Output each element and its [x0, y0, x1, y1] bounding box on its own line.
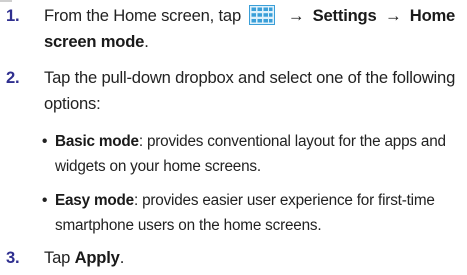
arrow-icon: →	[287, 6, 305, 25]
step-3: 3. Tap Apply.	[6, 245, 464, 271]
step-2: 2. Tap the pull-down dropbox and select …	[6, 65, 464, 117]
arrow-icon: →	[384, 6, 402, 25]
step-1-prefix: From the Home screen, tap	[44, 6, 241, 25]
step-3-text: Tap Apply.	[44, 245, 464, 271]
apps-grid-icon	[249, 5, 276, 25]
step-number: 2.	[6, 68, 20, 87]
step-1-text: From the Home screen, tap → Settings → H…	[44, 3, 464, 55]
step-3-prefix: Tap	[44, 248, 71, 267]
step-number: 3.	[6, 248, 20, 267]
clipped-text-remnant	[0, 0, 12, 2]
step-1-suffix: .	[144, 32, 149, 51]
step-number: 1.	[6, 6, 20, 25]
settings-label: Settings	[312, 6, 377, 25]
option-term: Basic mode	[55, 133, 139, 150]
step-1: 1. From the Home screen, tap → Settings …	[6, 3, 464, 55]
step-3-suffix: .	[119, 248, 125, 267]
bullet: •	[42, 133, 48, 150]
option-easy-mode: • Easy mode: provides easier user experie…	[42, 188, 467, 238]
apply-label: Apply	[74, 248, 120, 267]
instruction-page: 1. From the Home screen, tap → Settings …	[0, 0, 467, 275]
option-basic-mode: • Basic mode: provides conventional layou…	[42, 129, 467, 179]
step-2-text: Tap the pull-down dropbox and select one…	[44, 68, 456, 113]
bullet: •	[42, 192, 48, 209]
option-term: Easy mode	[55, 192, 134, 209]
